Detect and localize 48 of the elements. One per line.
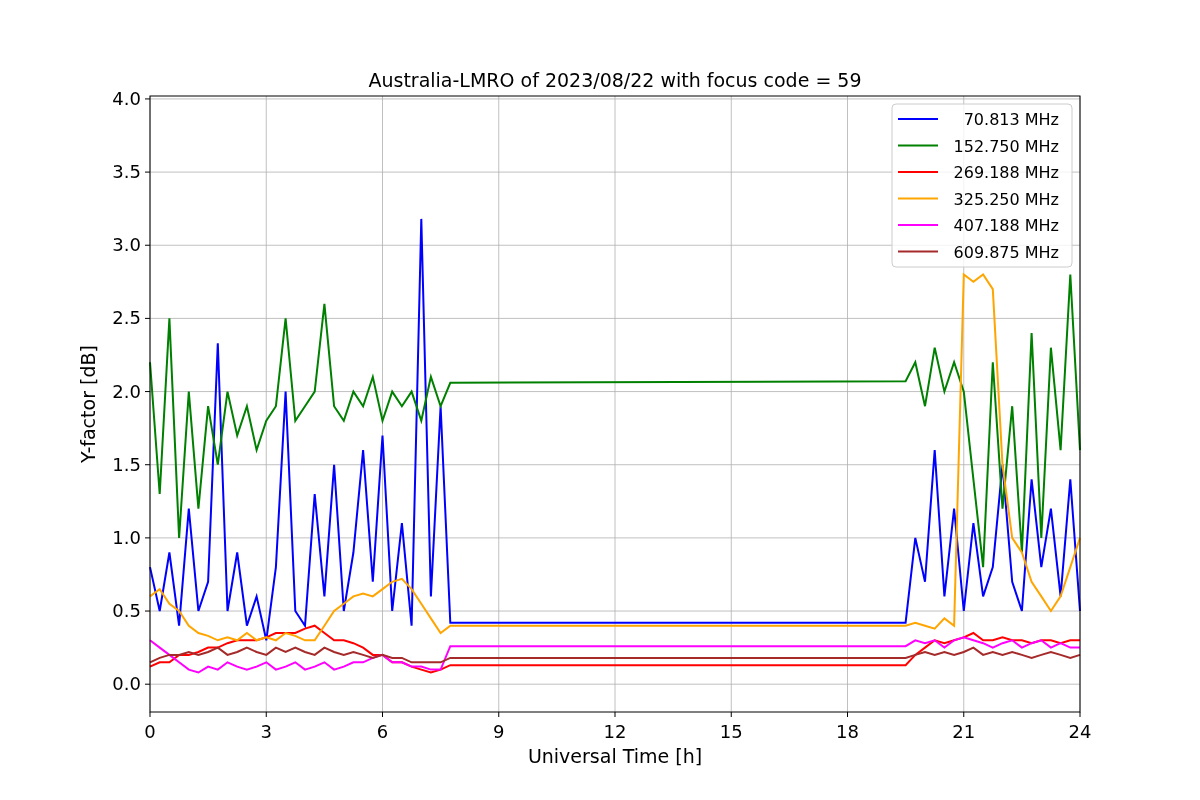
y-tick-label: 4.0 xyxy=(112,87,141,109)
tick-mark xyxy=(144,171,151,173)
legend-label: 70.813 MHz xyxy=(963,110,1059,129)
tick-mark xyxy=(847,711,848,718)
tick-mark xyxy=(144,537,151,539)
tick-mark xyxy=(614,711,616,718)
legend-swatch xyxy=(897,144,939,147)
legend-label: 152.750 MHz xyxy=(953,136,1059,156)
chart-title: Australia-LMRO of 2023/08/22 with focus code = 59 xyxy=(368,69,862,91)
legend-label: 269.188 MHz xyxy=(953,163,1059,182)
x-tick-label: 21 xyxy=(952,721,976,742)
y-tick-label: 1.5 xyxy=(112,453,141,475)
tick-mark xyxy=(144,391,151,393)
y-tick-label: 2.0 xyxy=(112,380,141,402)
tick-mark xyxy=(730,711,732,718)
x-tick-label: 12 xyxy=(603,721,627,742)
tick-mark xyxy=(144,317,151,319)
x-tick-label: 9 xyxy=(493,721,505,742)
y-tick-label: 3.0 xyxy=(112,234,141,256)
x-tick-label: 15 xyxy=(719,721,743,742)
y-tick-label: 1.0 xyxy=(112,526,141,548)
y-tick-label: 0.5 xyxy=(112,600,141,622)
y-tick-label: 2.5 xyxy=(112,307,141,329)
tick-mark xyxy=(144,464,151,466)
legend-label: 609.875 MHz xyxy=(953,242,1059,262)
tick-mark xyxy=(265,711,267,718)
tick-mark xyxy=(144,244,151,246)
tick-mark xyxy=(963,711,965,718)
tick-mark xyxy=(498,711,500,718)
tick-mark xyxy=(1079,711,1081,718)
x-tick-label: 18 xyxy=(836,721,859,742)
tick-mark xyxy=(144,610,151,612)
y-axis-label: Y-factor [dB] xyxy=(77,345,99,463)
tick-mark xyxy=(144,98,151,100)
tick-mark xyxy=(382,711,383,718)
tick-mark xyxy=(149,711,151,718)
x-tick-label: 0 xyxy=(144,721,156,742)
legend-label: 407.188 MHz xyxy=(953,216,1059,235)
legend-swatch xyxy=(897,197,939,200)
x-tick-label: 24 xyxy=(1068,721,1092,742)
tick-mark xyxy=(144,683,151,685)
x-tick-label: 6 xyxy=(376,721,389,742)
y-tick-label: 3.5 xyxy=(112,161,141,183)
legend-label: 325.250 MHz xyxy=(953,189,1059,209)
x-axis-label: Universal Time [h] xyxy=(527,745,703,767)
legend-swatch xyxy=(897,250,939,253)
y-tick-label: 0.0 xyxy=(112,673,141,695)
x-tick-label: 3 xyxy=(260,721,272,742)
